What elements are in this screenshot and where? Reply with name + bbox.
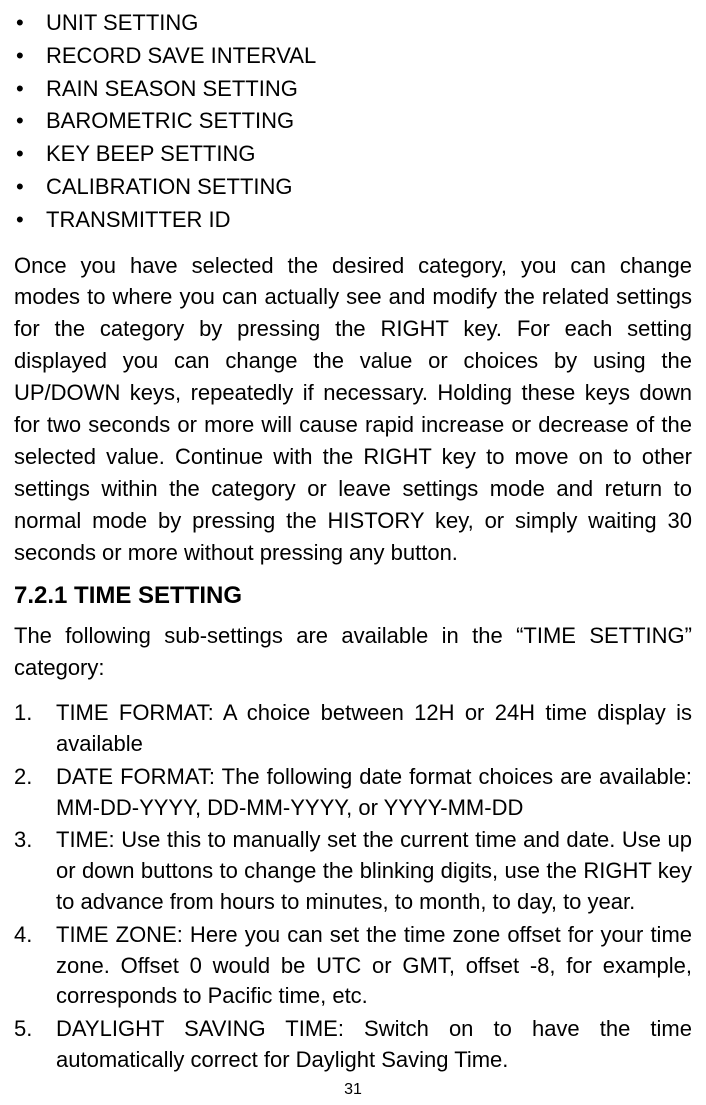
- bullet-dot-icon: •: [14, 106, 46, 137]
- bullet-dot-icon: •: [14, 205, 46, 236]
- numbered-list: 1. TIME FORMAT: A choice between 12H or …: [14, 698, 692, 1076]
- list-number: 5.: [14, 1014, 56, 1076]
- bullet-dot-icon: •: [14, 139, 46, 170]
- list-number: 2.: [14, 762, 56, 824]
- list-number: 3.: [14, 825, 56, 917]
- list-number: 1.: [14, 698, 56, 760]
- list-item: 1. TIME FORMAT: A choice between 12H or …: [14, 698, 692, 760]
- list-item: • KEY BEEP SETTING: [14, 139, 692, 170]
- paragraph: Once you have selected the desired categ…: [14, 250, 692, 569]
- list-item: 4. TIME ZONE: Here you can set the time …: [14, 920, 692, 1012]
- list-item-label: TRANSMITTER ID: [46, 205, 692, 236]
- list-item-label: KEY BEEP SETTING: [46, 139, 692, 170]
- list-item: • RECORD SAVE INTERVAL: [14, 41, 692, 72]
- list-item-text: TIME: Use this to manually set the curre…: [56, 825, 692, 917]
- list-item-label: UNIT SETTING: [46, 8, 692, 39]
- list-item: 5. DAYLIGHT SAVING TIME: Switch on to ha…: [14, 1014, 692, 1076]
- list-item: 2. DATE FORMAT: The following date forma…: [14, 762, 692, 824]
- bullet-list: • UNIT SETTING • RECORD SAVE INTERVAL • …: [14, 8, 692, 236]
- page-number: 31: [0, 1081, 706, 1099]
- bullet-dot-icon: •: [14, 74, 46, 105]
- list-item-label: BAROMETRIC SETTING: [46, 106, 692, 137]
- bullet-dot-icon: •: [14, 41, 46, 72]
- list-item-text: DATE FORMAT: The following date format c…: [56, 762, 692, 824]
- list-item: • CALIBRATION SETTING: [14, 172, 692, 203]
- document-page: • UNIT SETTING • RECORD SAVE INTERVAL • …: [0, 0, 706, 1105]
- bullet-dot-icon: •: [14, 8, 46, 39]
- list-number: 4.: [14, 920, 56, 1012]
- list-item: • BAROMETRIC SETTING: [14, 106, 692, 137]
- list-item: • RAIN SEASON SETTING: [14, 74, 692, 105]
- list-item-text: TIME FORMAT: A choice between 12H or 24H…: [56, 698, 692, 760]
- section-heading: 7.2.1 TIME SETTING: [14, 582, 692, 610]
- paragraph: The following sub-settings are available…: [14, 620, 692, 684]
- list-item: 3. TIME: Use this to manually set the cu…: [14, 825, 692, 917]
- list-item-label: RAIN SEASON SETTING: [46, 74, 692, 105]
- list-item-label: RECORD SAVE INTERVAL: [46, 41, 692, 72]
- list-item-text: TIME ZONE: Here you can set the time zon…: [56, 920, 692, 1012]
- bullet-dot-icon: •: [14, 172, 46, 203]
- list-item-text: DAYLIGHT SAVING TIME: Switch on to have …: [56, 1014, 692, 1076]
- list-item: • UNIT SETTING: [14, 8, 692, 39]
- list-item-label: CALIBRATION SETTING: [46, 172, 692, 203]
- list-item: • TRANSMITTER ID: [14, 205, 692, 236]
